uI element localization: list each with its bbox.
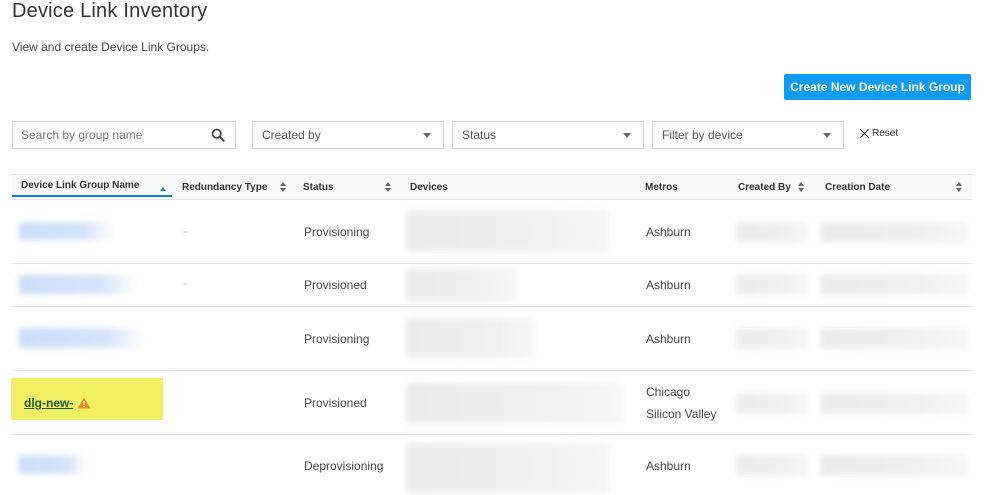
redundancy-type: - bbox=[183, 224, 187, 238]
chevron-down-icon bbox=[823, 132, 831, 138]
page-subtitle: View and create Device Link Groups. bbox=[12, 40, 210, 54]
reset-button[interactable]: Reset bbox=[859, 128, 898, 139]
table-header: Device Link Group Name Redundancy Type S… bbox=[12, 174, 972, 200]
sort-icon bbox=[385, 182, 391, 192]
table-row[interactable]: - Provisioned Ashburn bbox=[12, 264, 972, 307]
status-text: Deprovisioning bbox=[304, 459, 384, 473]
group-name-link[interactable] bbox=[19, 275, 137, 294]
creation-date-cell bbox=[820, 222, 968, 243]
sort-icon bbox=[798, 182, 804, 192]
column-header-redundancy-type[interactable]: Redundancy Type bbox=[182, 175, 292, 199]
search-input[interactable] bbox=[13, 127, 193, 143]
metro-text: Ashburn bbox=[646, 459, 691, 473]
page-title: Device Link Inventory bbox=[12, 0, 208, 22]
devices-cell bbox=[406, 210, 610, 252]
status-label: Status bbox=[462, 128, 497, 142]
chevron-down-icon bbox=[623, 132, 631, 138]
table-row[interactable]: - Provisioning Ashburn bbox=[12, 200, 972, 264]
sort-icon bbox=[956, 182, 962, 192]
created-by-cell bbox=[736, 393, 808, 414]
devices-cell bbox=[406, 268, 516, 302]
column-header-status[interactable]: Status bbox=[303, 175, 397, 199]
status-text: Provisioned bbox=[304, 396, 367, 410]
group-name-link[interactable]: dlg-new- bbox=[24, 396, 91, 410]
close-icon bbox=[859, 128, 870, 139]
chevron-down-icon bbox=[423, 132, 431, 138]
group-name-link[interactable] bbox=[19, 328, 145, 348]
created-by-cell bbox=[736, 274, 808, 295]
table-row[interactable]: dlg-new- Provisioned Chicago Silicon Val… bbox=[11, 371, 972, 435]
search-box bbox=[12, 121, 236, 149]
column-header-creation-date[interactable]: Creation Date bbox=[825, 175, 968, 199]
group-name-link[interactable] bbox=[19, 222, 114, 240]
column-header-metros: Metros bbox=[645, 181, 678, 193]
group-name-link[interactable] bbox=[19, 455, 87, 474]
devices-cell bbox=[406, 318, 534, 358]
status-select[interactable]: Status bbox=[452, 121, 644, 149]
devices-cell bbox=[406, 443, 610, 493]
metro-text: Ashburn bbox=[646, 225, 691, 239]
search-icon[interactable] bbox=[211, 128, 225, 142]
status-text: Provisioning bbox=[304, 332, 370, 346]
column-header-devices: Devices bbox=[410, 181, 448, 193]
metro-text: Silicon Valley bbox=[646, 407, 717, 421]
metro-text: Chicago bbox=[646, 385, 691, 399]
warning-icon bbox=[77, 397, 91, 409]
creation-date-cell bbox=[820, 393, 968, 414]
reset-label: Reset bbox=[872, 128, 899, 139]
status-text: Provisioned bbox=[304, 278, 367, 292]
created-by-cell bbox=[736, 328, 808, 349]
created-by-label: Created by bbox=[262, 128, 321, 142]
metro-text: Ashburn bbox=[646, 332, 691, 346]
created-by-cell bbox=[736, 455, 808, 476]
creation-date-cell bbox=[820, 328, 968, 349]
create-device-link-group-button[interactable]: Create New Device Link Group bbox=[784, 74, 971, 100]
creation-date-cell bbox=[820, 274, 968, 295]
column-header-group-name[interactable]: Device Link Group Name bbox=[12, 175, 172, 197]
devices-cell bbox=[406, 383, 622, 423]
table-row[interactable]: Provisioning Ashburn bbox=[12, 307, 972, 371]
device-filter-select[interactable]: Filter by device bbox=[652, 121, 844, 149]
creation-date-cell bbox=[820, 455, 968, 476]
created-by-select[interactable]: Created by bbox=[252, 121, 444, 149]
table-row[interactable]: Deprovisioning Ashburn bbox=[12, 435, 972, 495]
sort-icon bbox=[280, 182, 286, 192]
redundancy-type: - bbox=[183, 276, 187, 290]
column-header-created-by[interactable]: Created By bbox=[738, 175, 810, 199]
sort-ascending-icon bbox=[160, 187, 166, 191]
metro-text: Ashburn bbox=[646, 278, 691, 292]
status-text: Provisioning bbox=[304, 225, 370, 239]
device-filter-label: Filter by device bbox=[662, 128, 743, 142]
created-by-cell bbox=[736, 222, 808, 243]
